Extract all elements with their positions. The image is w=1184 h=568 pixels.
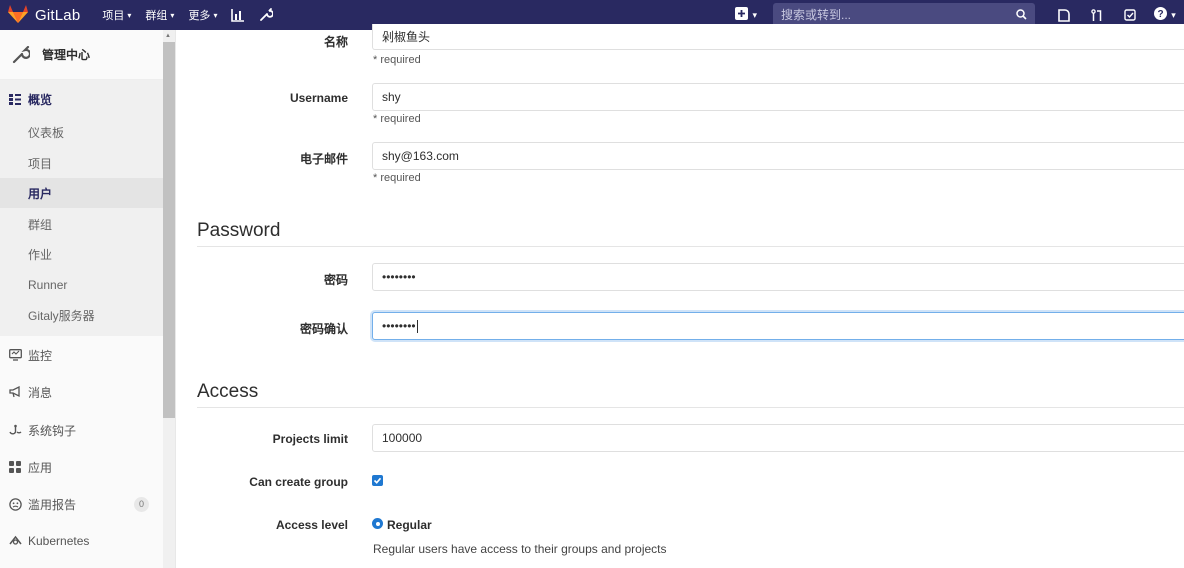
abuse-icon xyxy=(8,497,22,511)
chevron-down-icon: ▾ xyxy=(1171,9,1176,20)
radio-dot xyxy=(375,521,380,526)
overview-grid-icon xyxy=(8,93,22,105)
nav-projects-dropdown[interactable]: 项目 ▾ xyxy=(102,7,131,23)
username-label: Username xyxy=(289,91,348,105)
sidebar-title: 管理中心 xyxy=(42,48,91,62)
help-icon: ? xyxy=(1154,7,1168,23)
access-level-regular-radio[interactable] xyxy=(372,518,383,529)
name-required-hint: * required xyxy=(373,54,421,66)
nav-more-label: 更多 xyxy=(188,10,211,22)
sidebar-subitem-dashboard[interactable]: 仪表板 xyxy=(0,117,163,147)
sidebar-item-label: 监控 xyxy=(28,348,53,363)
chevron-down-icon: ▾ xyxy=(170,10,175,20)
brand-name: GitLab xyxy=(35,6,81,24)
username-value: shy xyxy=(382,90,401,104)
chevron-down-icon: ▾ xyxy=(127,10,132,20)
email-label: 电子邮件 xyxy=(299,152,348,166)
name-label: 名称 xyxy=(323,35,348,49)
sidebar-subitem-users[interactable]: 用户 xyxy=(0,178,163,208)
activity-chart-icon[interactable] xyxy=(231,8,245,22)
user-edit-form: 名称 剁椒鱼头 * required Username shy * requir… xyxy=(176,24,1184,568)
sidebar-item-label: 消息 xyxy=(28,385,53,400)
sidebar-item-messages[interactable]: 消息 xyxy=(0,377,163,407)
sidebar-item-system-hooks[interactable]: 系统钩子 xyxy=(0,415,163,445)
admin-sidebar: 管理中心 概览 仪表板 项目 用户 群组 作业 Runner Gitaly服务器… xyxy=(0,30,176,568)
access-section-divider xyxy=(197,407,1184,408)
gitlab-logo-icon xyxy=(7,4,29,27)
new-item-dropdown[interactable]: ▾ xyxy=(735,7,757,23)
sidebar-subitem-gitaly-servers[interactable]: Gitaly服务器 xyxy=(0,300,163,330)
can-create-group-checkbox[interactable] xyxy=(372,475,383,486)
todos-icon[interactable] xyxy=(1113,9,1146,21)
email-required-hint: * required xyxy=(373,172,421,184)
admin-wrench-icon[interactable] xyxy=(259,8,274,22)
sidebar-item-abuse-reports[interactable]: 滥用报告 0 xyxy=(0,489,163,519)
password-field[interactable]: •••••••• xyxy=(372,263,1184,291)
wrench-icon xyxy=(10,44,32,66)
sidebar-subitem-jobs[interactable]: 作业 xyxy=(0,239,163,269)
sidebar-item-applications[interactable]: 应用 xyxy=(0,452,163,482)
merge-requests-icon[interactable] xyxy=(1080,8,1113,22)
sidebar-subitem-groups[interactable]: 群组 xyxy=(0,209,163,239)
password-confirm-field[interactable]: •••••••• xyxy=(372,312,1184,340)
svg-text:?: ? xyxy=(1158,9,1164,20)
issues-icon[interactable] xyxy=(1047,8,1080,22)
monitor-icon xyxy=(8,349,22,361)
kubernetes-icon xyxy=(8,535,22,547)
sidebar-item-label: 系统钩子 xyxy=(28,423,77,438)
email-field[interactable]: shy@163.com xyxy=(372,142,1184,170)
sidebar-item-monitoring[interactable]: 监控 xyxy=(0,340,163,370)
password-value: •••••••• xyxy=(382,270,416,284)
apps-icon xyxy=(8,461,22,473)
access-level-help: Regular users have access to their group… xyxy=(373,542,667,556)
sidebar-item-label: 滥用报告 xyxy=(28,497,77,512)
projects-limit-label: Projects limit xyxy=(272,432,348,446)
abuse-count-badge: 0 xyxy=(134,496,149,512)
projects-limit-field[interactable]: 100000 xyxy=(372,424,1184,452)
sidebar-subitem-projects[interactable]: 项目 xyxy=(0,148,163,178)
sidebar-item-label: Kubernetes xyxy=(28,534,90,548)
checkmark-icon xyxy=(373,477,382,484)
username-required-hint: * required xyxy=(373,113,421,125)
access-level-label: Access level xyxy=(275,518,348,532)
access-section-title: Access xyxy=(197,381,259,402)
overview-group: 概览 仪表板 项目 用户 群组 作业 Runner Gitaly服务器 xyxy=(0,80,163,336)
password-section-divider xyxy=(197,246,1184,247)
sidebar-item-kubernetes[interactable]: Kubernetes xyxy=(0,526,163,556)
nav-more-dropdown[interactable]: 更多 ▾ xyxy=(188,7,217,23)
plus-square-icon xyxy=(735,7,749,23)
gitlab-home-link[interactable]: GitLab xyxy=(7,4,80,27)
can-create-group-label: Can create group xyxy=(249,475,348,489)
name-field[interactable]: 剁椒鱼头 xyxy=(372,24,1184,50)
chevron-down-icon: ▾ xyxy=(213,10,218,20)
password-confirm-label: 密码确认 xyxy=(299,322,348,336)
chevron-down-icon: ▾ xyxy=(752,9,757,20)
projects-limit-value: 100000 xyxy=(382,431,423,445)
sidebar-scrollbar-thumb[interactable] xyxy=(163,42,175,418)
sidebar-item-overview[interactable]: 概览 xyxy=(0,84,163,114)
access-level-regular-label[interactable]: Regular xyxy=(387,518,432,532)
password-label: 密码 xyxy=(323,273,348,287)
sidebar-item-label: 概览 xyxy=(28,92,53,107)
text-cursor xyxy=(416,319,418,333)
sidebar-item-label: 应用 xyxy=(28,460,53,475)
scroll-up-arrow-icon[interactable]: ▲ xyxy=(165,33,171,39)
password-section-title: Password xyxy=(197,220,281,241)
hook-icon xyxy=(8,424,22,437)
sidebar-header[interactable]: 管理中心 xyxy=(0,30,163,80)
nav-groups-dropdown[interactable]: 群组 ▾ xyxy=(145,7,174,23)
password-confirm-value: •••••••• xyxy=(382,319,416,333)
search-input[interactable] xyxy=(781,8,1001,22)
bullhorn-icon xyxy=(8,386,22,398)
sidebar-subitem-runners[interactable]: Runner xyxy=(0,270,163,300)
nav-projects-label: 项目 xyxy=(102,10,125,22)
help-dropdown[interactable]: ? ▾ xyxy=(1146,7,1184,23)
name-value: 剁椒鱼头 xyxy=(382,30,431,44)
search-icon xyxy=(1016,8,1027,23)
email-value: shy@163.com xyxy=(382,149,459,163)
nav-groups-label: 群组 xyxy=(145,10,168,22)
username-field[interactable]: shy xyxy=(372,83,1184,111)
